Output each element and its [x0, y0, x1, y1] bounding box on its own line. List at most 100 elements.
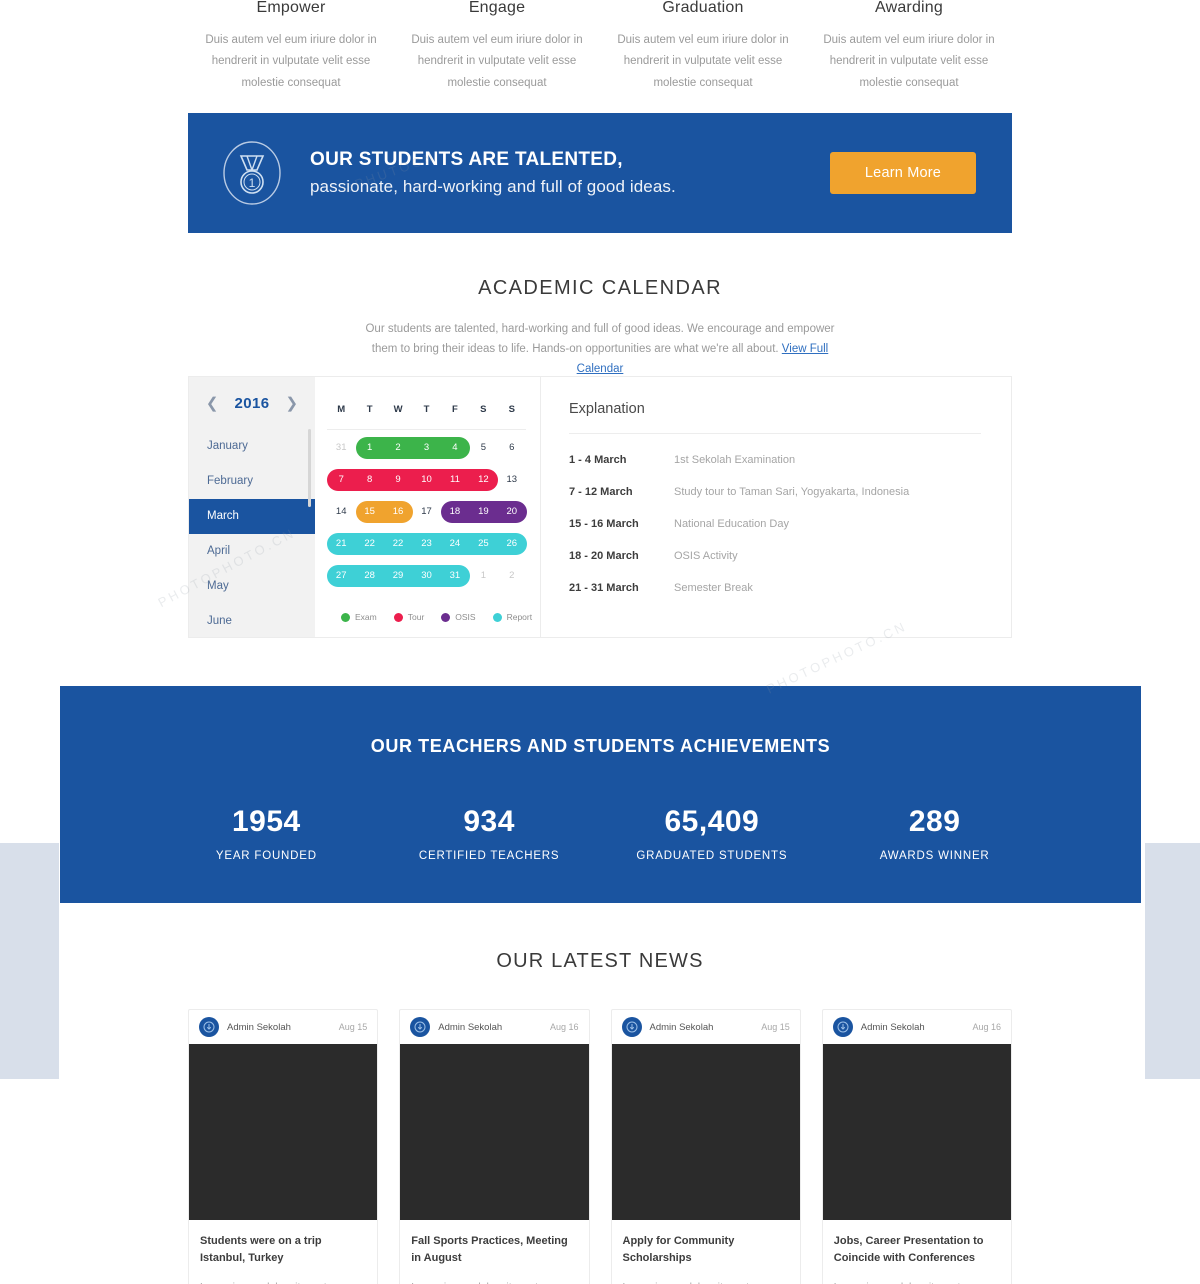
- explanation-row: 15 - 16 March National Education Day: [569, 518, 981, 530]
- news-thumbnail[interactable]: [611, 1044, 800, 1220]
- calendar-day-cell[interactable]: 2: [384, 436, 412, 462]
- calendar-day-cell[interactable]: 25: [469, 532, 497, 558]
- calendar-day-cell[interactable]: 26: [498, 532, 526, 558]
- dow-label: S: [480, 404, 487, 415]
- month-item-march[interactable]: March: [189, 499, 315, 534]
- calendar-day-cell[interactable]: 16: [384, 500, 412, 526]
- calendar-day-cell[interactable]: 28: [355, 564, 383, 590]
- calendar-section-header: ACADEMIC CALENDAR Our students are talen…: [0, 277, 1200, 379]
- calendar-day-cell[interactable]: 24: [441, 532, 469, 558]
- news-excerpt: Lorem ipsum dolor sit amet,: [623, 1280, 789, 1284]
- calendar-week-row: 21 22 22 23 24 25 26: [327, 532, 527, 558]
- news-card-header: Admin Sekolah Aug 16: [823, 1010, 1011, 1044]
- calendar-day-cell[interactable]: 17: [412, 500, 440, 526]
- calendar-day-cell[interactable]: 3: [412, 436, 440, 462]
- calendar-day-cell[interactable]: 31: [441, 564, 469, 590]
- learn-more-button[interactable]: Learn More: [830, 152, 976, 194]
- calendar-day-cell[interactable]: 5: [469, 436, 497, 462]
- news-title[interactable]: Fall Sports Practices, Meeting in August: [411, 1233, 577, 1267]
- calendar-day-cell[interactable]: 29: [384, 564, 412, 590]
- news-card-body: Apply for Community Scholarships Lorem ip…: [612, 1220, 800, 1284]
- news-card[interactable]: Admin Sekolah Aug 16 Jobs, Career Presenta…: [821, 1009, 1012, 1284]
- calendar-day-cell[interactable]: 8: [355, 468, 383, 494]
- calendar-day-cell[interactable]: 9: [384, 468, 412, 494]
- news-card[interactable]: Admin Sekolah Aug 16 Fall Sports Practices…: [399, 1009, 590, 1284]
- calendar-day-cell[interactable]: 20: [498, 500, 526, 526]
- calendar-day-cell[interactable]: 12: [469, 468, 497, 494]
- section-title: ACADEMIC CALENDAR: [478, 277, 722, 299]
- calendar-day-cell[interactable]: 4: [441, 436, 469, 462]
- year-label: 2016: [234, 394, 270, 412]
- month-item-february[interactable]: February: [189, 464, 315, 499]
- avatar: [832, 1017, 853, 1037]
- chevron-left-icon[interactable]: ❮: [206, 396, 219, 411]
- calendar-day-cell[interactable]: 10: [412, 468, 440, 494]
- news-date: Aug 16: [972, 1022, 1001, 1032]
- calendar-day-cell[interactable]: 11: [441, 468, 469, 494]
- calendar-day-cell[interactable]: 13: [498, 468, 526, 494]
- legend-item: Report: [492, 612, 532, 622]
- calendar-day-cell[interactable]: 14: [327, 500, 355, 526]
- calendar-weeks: 31 1 2 3 4 5 6 7 8 9 10 11 12 13 14 15 16 17 18 19 20 21 22 22 2…: [327, 436, 527, 590]
- news-author: Admin Sekolah: [649, 1021, 714, 1033]
- calendar-day-cell[interactable]: 23: [412, 532, 440, 558]
- news-title[interactable]: Apply for Community Scholarships: [623, 1233, 789, 1267]
- news-card-row: Admin Sekolah Aug 15 Students were on a tr…: [188, 1009, 1012, 1284]
- chevron-right-icon[interactable]: ❯: [285, 396, 298, 411]
- legend-item: Tour: [393, 612, 424, 622]
- month-item-june[interactable]: June: [189, 604, 315, 637]
- legend-item: Exam: [341, 612, 377, 622]
- stat-label: CERTIFIED TEACHERS: [418, 850, 560, 862]
- news-thumbnail[interactable]: [822, 1044, 1011, 1220]
- explanation-description: Semester Break: [674, 582, 753, 594]
- news-date: Aug 16: [549, 1022, 579, 1032]
- legend-color-dot: [441, 612, 451, 622]
- explanation-title: Explanation: [569, 401, 645, 417]
- month-item-may[interactable]: May: [189, 569, 315, 604]
- achievements-title: OUR TEACHERS AND STUDENTS ACHIEVEMENTS: [370, 736, 831, 756]
- svg-text:1: 1: [249, 176, 256, 190]
- news-card-body: Jobs, Career Presentation to Coincide wi…: [823, 1220, 1011, 1284]
- news-section-title: OUR LATEST NEWS: [496, 950, 704, 972]
- news-card[interactable]: Admin Sekolah Aug 15 Students were on a tr…: [188, 1009, 379, 1284]
- cta-text: OUR STUDENTS ARE TALENTED, passionate, h…: [310, 147, 830, 198]
- month-list-scrollbar[interactable]: [308, 429, 311, 507]
- dow-label: F: [452, 404, 458, 415]
- news-title[interactable]: Students were on a trip Istanbul, Turkey: [200, 1233, 366, 1267]
- month-item-april[interactable]: April: [189, 534, 315, 569]
- feature-title: Graduation: [662, 0, 744, 16]
- calendar-day-cell[interactable]: 15: [355, 500, 383, 526]
- calendar-day-cell[interactable]: 7: [327, 468, 355, 494]
- calendar-day-cell[interactable]: 31: [327, 436, 355, 462]
- dow-label: T: [366, 404, 373, 415]
- stat-number: 289: [908, 805, 961, 838]
- news-excerpt: Lorem ipsum dolor sit amet,: [834, 1280, 1000, 1284]
- legend-color-dot: [492, 612, 502, 622]
- calendar-day-cell[interactable]: 1: [355, 436, 383, 462]
- month-item-january[interactable]: January: [189, 429, 315, 464]
- stat-label: GRADUATED STUDENTS: [636, 850, 788, 862]
- explanation-description: Study tour to Taman Sari, Yogyakarta, In…: [674, 486, 910, 498]
- calendar-day-cell[interactable]: 22: [355, 532, 383, 558]
- stat-number: 1954: [232, 805, 301, 838]
- calendar-day-cell[interactable]: 22: [384, 532, 412, 558]
- explanation-row: 21 - 31 March Semester Break: [569, 582, 981, 594]
- calendar-day-cell[interactable]: 21: [327, 532, 355, 558]
- calendar-day-cell[interactable]: 1: [469, 564, 497, 590]
- avatar: [410, 1017, 431, 1037]
- news-author: Admin Sekolah: [438, 1021, 503, 1033]
- news-thumbnail[interactable]: [400, 1044, 589, 1220]
- calendar-day-cell[interactable]: 6: [498, 436, 526, 462]
- calendar-day-cell[interactable]: 30: [412, 564, 440, 590]
- calendar-day-cell[interactable]: 19: [469, 500, 497, 526]
- news-title[interactable]: Jobs, Career Presentation to Coincide wi…: [834, 1233, 1000, 1267]
- calendar-week-row: 27 28 29 30 31 1 2: [327, 564, 526, 590]
- calendar-day-cell[interactable]: 27: [327, 564, 355, 590]
- news-card-header: Admin Sekolah Aug 16: [400, 1010, 588, 1044]
- avatar: [621, 1017, 642, 1037]
- news-card[interactable]: Admin Sekolah Aug 15 Apply for Community S…: [610, 1009, 801, 1284]
- calendar-day-cell[interactable]: 18: [441, 500, 469, 526]
- calendar-week-row: 7 8 9 10 11 12 13: [327, 468, 526, 494]
- news-thumbnail[interactable]: [189, 1044, 378, 1220]
- calendar-day-cell[interactable]: 2: [498, 564, 526, 590]
